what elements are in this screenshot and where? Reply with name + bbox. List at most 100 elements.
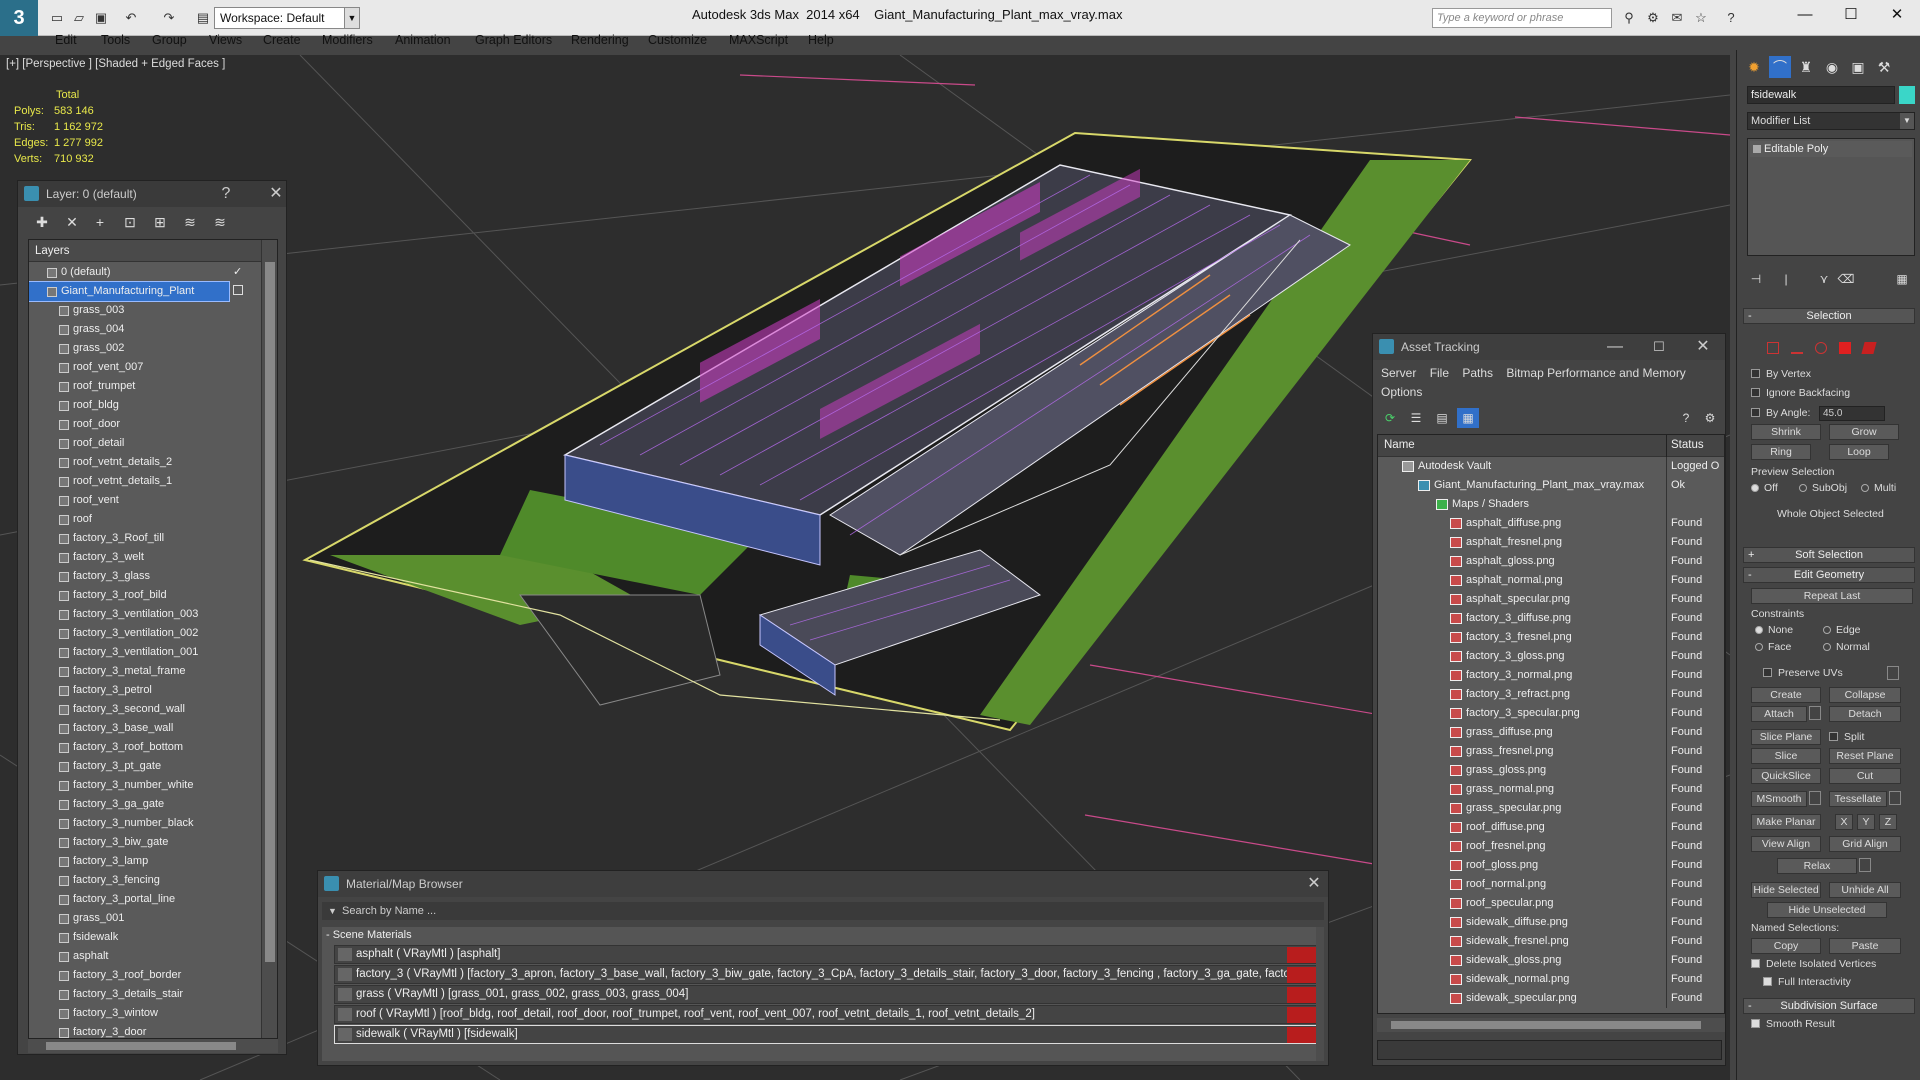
layer-row[interactable]: roof_vent [29,491,261,510]
checkbox-checked-icon[interactable] [1763,977,1772,986]
constraint-none-radio[interactable]: None [1755,624,1793,636]
asset-menu-options[interactable]: Options [1381,385,1422,399]
asset-map-row[interactable]: grass_fresnel.png Found [1378,742,1724,761]
help-icon[interactable]: ? [1675,408,1697,428]
minimize-button[interactable]: — [1782,0,1828,30]
viewport-label[interactable]: [+] [Perspective ] [Shaded + Edged Faces… [6,58,225,70]
checkbox-checked-icon[interactable] [1751,1019,1760,1028]
checkbox-icon[interactable] [1829,732,1838,741]
layer-row[interactable]: factory_3_ventilation_001 [29,643,261,662]
hide-all-icon[interactable]: ≋ [180,213,200,231]
attach-button[interactable]: Attach [1751,706,1807,722]
layer-row[interactable]: factory_3_ga_gate [29,795,261,814]
asset-map-row[interactable]: sidewalk_gloss.png Found [1378,951,1724,970]
new-file-icon[interactable]: ▭ [48,9,66,27]
edit-geometry-rollout-header[interactable]: - Edit Geometry [1743,567,1915,583]
preserve-uvs-checkbox[interactable]: Preserve UVs [1763,667,1843,679]
minimize-button[interactable]: — [1603,334,1627,360]
menu-edit[interactable]: Edit [55,33,77,47]
redo-icon[interactable]: ↷ [160,9,178,27]
asset-map-row[interactable]: grass_diffuse.png Found [1378,723,1724,742]
settings-icon[interactable]: ⚙ [1699,408,1721,428]
open-file-icon[interactable]: ▱ [70,9,88,27]
asset-map-row[interactable]: factory_3_specular.png Found [1378,704,1724,723]
checkbox-icon[interactable] [1751,388,1760,397]
select-layer-icon[interactable]: ⊞ [150,213,170,231]
polygon-level-icon[interactable] [1839,342,1851,354]
asset-row-vault[interactable]: Autodesk Vault Logged O [1378,457,1724,476]
layer-row[interactable]: roof_vent_007 [29,358,261,377]
details-view-icon[interactable]: ▤ [1431,408,1453,428]
material-row[interactable]: roof ( VRayMtl ) [roof_bldg, roof_detail… [334,1005,1320,1024]
constraint-face-radio[interactable]: Face [1755,641,1791,653]
display-tab-icon[interactable]: ▣ [1847,56,1869,78]
add-to-layer-icon[interactable]: + [90,213,110,231]
menu-group[interactable]: Group [152,33,187,47]
delete-layer-icon[interactable]: ✕ [62,213,82,231]
asset-map-row[interactable]: grass_specular.png Found [1378,799,1724,818]
slice-plane-button[interactable]: Slice Plane [1751,729,1821,745]
asset-menu-bitmap[interactable]: Bitmap Performance and Memory [1506,366,1685,380]
layer-row[interactable]: grass_004 [29,320,261,339]
asset-map-row[interactable]: sidewalk_normal.png Found [1378,970,1724,989]
layer-row[interactable]: factory_3_metal_frame [29,662,261,681]
layer-row[interactable]: factory_3_number_black [29,814,261,833]
hide-unselected-button[interactable]: Hide Unselected [1767,902,1887,918]
asset-map-row[interactable]: factory_3_normal.png Found [1378,666,1724,685]
close-material-browser-button[interactable]: ✕ [1302,871,1326,897]
close-window-button[interactable]: ✕ [1874,0,1920,30]
layer-panel-title[interactable]: Layer: 0 (default) [18,181,286,207]
asset-map-row[interactable]: asphalt_fresnel.png Found [1378,533,1724,552]
grid-align-button[interactable]: Grid Align [1829,836,1901,852]
menu-maxscript[interactable]: MAXScript [729,33,788,47]
make-unique-icon[interactable]: ⋎ [1815,270,1833,288]
asset-map-row[interactable]: roof_diffuse.png Found [1378,818,1724,837]
layer-row[interactable]: roof_bldg [29,396,261,415]
asset-map-row[interactable]: asphalt_diffuse.png Found [1378,514,1724,533]
material-row[interactable]: sidewalk ( VRayMtl ) [fsidewalk] [334,1025,1320,1044]
menu-customize[interactable]: Customize [648,33,707,47]
layer-row[interactable]: factory_3_wintow [29,1004,261,1023]
cut-button[interactable]: Cut [1829,768,1901,784]
layer-vertical-scrollbar[interactable] [261,240,277,1038]
preview-multi-radio[interactable]: Multi [1861,482,1896,494]
hierarchy-tab-icon[interactable]: ♜ [1795,56,1817,78]
shrink-button[interactable]: Shrink [1751,424,1821,440]
status-column-header[interactable]: Status [1671,439,1704,451]
detach-button[interactable]: Detach [1829,706,1901,722]
object-name-field[interactable]: fsidewalk [1747,86,1895,104]
checkmark-icon[interactable]: ✓ [233,263,242,282]
favorites-star-icon[interactable]: ☆ [1692,9,1710,27]
object-color-swatch[interactable] [1899,86,1915,104]
binoculars-icon[interactable]: ⚲ [1620,9,1638,27]
menu-views[interactable]: Views [209,33,242,47]
element-level-icon[interactable] [1861,342,1877,354]
asset-map-row[interactable]: sidewalk_diffuse.png Found [1378,913,1724,932]
layer-row[interactable]: factory_3_portal_line [29,890,261,909]
subscription-icon[interactable]: ⚙ [1644,9,1662,27]
help-button[interactable]: ? [214,181,238,207]
layer-row[interactable]: factory_3_welt [29,548,261,567]
asset-map-row[interactable]: factory_3_diffuse.png Found [1378,609,1724,628]
layer-row[interactable]: factory_3_ventilation_003 [29,605,261,624]
layers-column-header[interactable]: Layers [29,240,277,262]
asset-map-row[interactable]: sidewalk_fresnel.png Found [1378,932,1724,951]
table-view-icon[interactable]: ▦ [1457,408,1479,428]
scene-materials-header[interactable]: - Scene Materials [326,929,412,941]
utilities-tab-icon[interactable]: ⚒ [1873,56,1895,78]
checkbox-icon[interactable] [1763,668,1772,677]
layer-row[interactable]: factory_3_door [29,1023,261,1038]
menu-animation[interactable]: Animation [395,33,451,47]
asset-row-file[interactable]: Giant_Manufacturing_Plant_max_vray.max O… [1378,476,1724,495]
radio-icon[interactable] [1755,643,1763,651]
layer-row[interactable]: factory_3_roof_border [29,966,261,985]
communication-icon[interactable]: ✉ [1668,9,1686,27]
attach-settings-icon[interactable] [1809,706,1821,720]
list-view-icon[interactable]: ☰ [1405,408,1427,428]
asset-map-row[interactable]: roof_normal.png Found [1378,875,1724,894]
layer-row[interactable]: factory_3_fencing [29,871,261,890]
material-row[interactable]: grass ( VRayMtl ) [grass_001, grass_002,… [334,985,1320,1004]
smooth-result-checkbox[interactable]: Smooth Result [1751,1018,1835,1030]
menu-rendering[interactable]: Rendering [571,33,629,47]
asset-map-row[interactable]: factory_3_refract.png Found [1378,685,1724,704]
